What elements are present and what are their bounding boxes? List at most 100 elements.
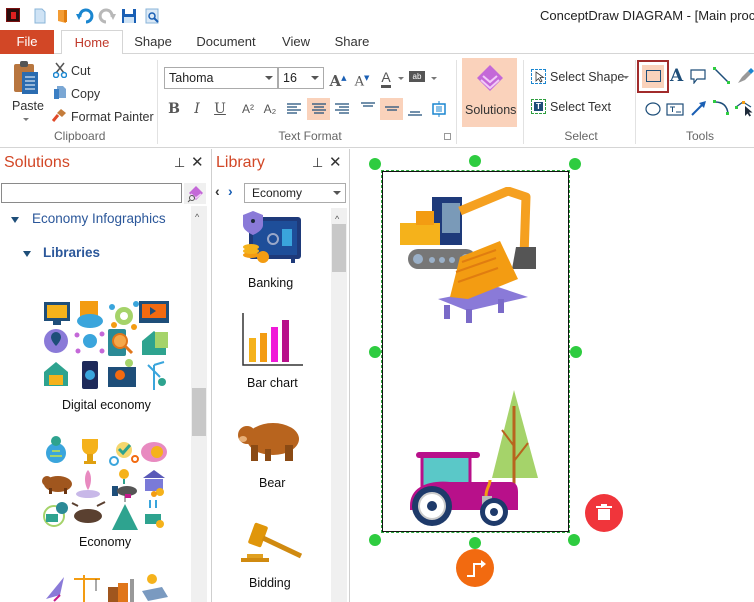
italic-button[interactable]: I — [187, 98, 207, 120]
bear-icon — [238, 423, 299, 461]
solutions-search-input[interactable] — [1, 183, 182, 203]
resize-handle-top-left[interactable] — [369, 158, 381, 170]
print-preview-icon[interactable] — [145, 8, 161, 24]
resize-handle-bottom-right[interactable] — [568, 534, 580, 546]
solutions-button[interactable]: Solutions — [462, 58, 517, 127]
tree-item-libraries[interactable]: Libraries — [43, 245, 100, 260]
expand-arrow-icon[interactable] — [23, 251, 31, 257]
align-bottom-button[interactable] — [405, 98, 425, 120]
tab-document[interactable]: Document — [192, 30, 260, 55]
tab-view[interactable]: View — [278, 30, 314, 55]
align-right-button[interactable] — [332, 98, 352, 120]
scroll-up-icon[interactable]: ^ — [195, 212, 199, 222]
economy-icons — [42, 436, 167, 530]
library-thumbnail-economy[interactable] — [42, 436, 170, 532]
open-folder-icon[interactable] — [55, 8, 71, 24]
align-top-button[interactable] — [358, 98, 378, 120]
tab-home[interactable]: Home — [61, 30, 123, 55]
tab-shape[interactable]: Shape — [129, 30, 177, 55]
rectangle-tool-button[interactable] — [637, 60, 669, 93]
align-middle-button[interactable] — [380, 98, 403, 120]
bold-button[interactable]: B — [164, 98, 184, 120]
arc-tool-icon[interactable] — [713, 99, 731, 120]
font-size-select[interactable]: 16 — [278, 67, 324, 89]
close-icon[interactable]: ✕ — [191, 153, 204, 171]
line-tool-icon[interactable] — [713, 67, 731, 88]
subscript-button[interactable]: A₂ — [260, 98, 280, 120]
superscript-button[interactable]: A² — [238, 98, 258, 120]
text-tool-icon[interactable]: A — [670, 66, 683, 86]
grow-font-button[interactable]: A▲ — [328, 67, 348, 90]
save-icon[interactable] — [121, 8, 137, 24]
dialog-launcher-icon[interactable] — [444, 133, 451, 140]
library-select[interactable]: Economy — [244, 183, 346, 203]
text-box-tool-icon[interactable] — [666, 103, 684, 119]
connector-button[interactable] — [456, 549, 494, 587]
pen-tool-icon[interactable] — [736, 67, 754, 88]
chevron-down-icon — [333, 191, 341, 195]
delete-shape-button[interactable] — [585, 494, 623, 532]
library-item-bear[interactable] — [237, 417, 303, 467]
select-text-button[interactable]: Select Text — [550, 100, 611, 114]
next-library-icon[interactable]: › — [228, 183, 233, 199]
library-item-banking[interactable] — [239, 211, 305, 269]
expand-arrow-icon[interactable] — [11, 217, 19, 223]
format-painter-button[interactable]: Format Painter — [71, 110, 154, 124]
font-family-select[interactable]: Tahoma — [164, 67, 278, 89]
bezier-tool-icon[interactable] — [735, 99, 754, 120]
solutions-label: Solutions — [465, 103, 517, 117]
shrink-font-button[interactable]: A▼ — [352, 67, 372, 89]
solutions-scrollbar[interactable]: ^ — [191, 206, 207, 602]
arrow-tool-icon[interactable] — [690, 99, 708, 120]
tab-share[interactable]: Share — [330, 30, 374, 55]
font-color-dropdown-icon[interactable] — [398, 77, 404, 80]
solutions-search-button[interactable] — [184, 183, 206, 204]
highlight-color-button[interactable]: ab — [409, 71, 425, 82]
paste-button[interactable] — [10, 60, 42, 100]
select-shape-dropdown-icon[interactable] — [623, 76, 629, 79]
callout-tool-icon[interactable] — [690, 69, 706, 87]
resize-handle-bottom[interactable] — [469, 537, 481, 549]
text-fit-button[interactable] — [429, 98, 449, 120]
library-scrollbar[interactable]: ^ — [331, 208, 347, 602]
pin-icon[interactable]: ⊥ — [174, 155, 185, 171]
font-color-button[interactable]: A — [376, 66, 396, 88]
previous-library-icon[interactable]: ‹ — [215, 183, 220, 199]
resize-handle-top[interactable] — [469, 155, 481, 167]
library-thumbnail-digital-economy[interactable] — [42, 299, 170, 394]
font-size-value: 16 — [283, 71, 297, 85]
select-shape-button[interactable]: Select Shape — [550, 70, 624, 84]
resize-handle-top-right[interactable] — [569, 158, 581, 170]
close-icon[interactable]: ✕ — [329, 153, 342, 171]
app-logo-icon[interactable] — [6, 8, 20, 22]
scroll-up-icon[interactable]: ^ — [335, 214, 339, 224]
tree-item-economy-infographics[interactable]: Economy Infographics — [32, 211, 166, 226]
align-left-button[interactable] — [284, 98, 304, 120]
redo-icon[interactable] — [98, 8, 116, 24]
app-window: ConceptDraw DIAGRAM - [Main process File… — [0, 0, 754, 602]
undo-icon[interactable] — [76, 8, 94, 24]
scrollbar-thumb[interactable] — [332, 224, 346, 272]
align-center-button[interactable] — [307, 98, 330, 120]
cut-button[interactable]: Cut — [71, 64, 90, 78]
scrollbar-thumb[interactable] — [192, 388, 206, 436]
ellipse-tool-icon[interactable] — [645, 102, 661, 119]
resize-handle-left[interactable] — [369, 346, 381, 358]
tab-file[interactable]: File — [0, 30, 54, 54]
library-thumbnail-next[interactable] — [44, 573, 172, 602]
resize-handle-bottom-left[interactable] — [369, 534, 381, 546]
library-item-bidding[interactable] — [239, 518, 305, 566]
canvas[interactable] — [350, 149, 754, 602]
paste-label[interactable]: Paste — [12, 99, 44, 113]
solutions-panel: Solutions ⊥ ✕ Economy Infographics Libra… — [0, 149, 211, 602]
copy-button[interactable]: Copy — [71, 87, 100, 101]
copy-icon — [53, 84, 67, 99]
paste-dropdown-icon[interactable] — [23, 118, 29, 121]
resize-handle-right[interactable] — [570, 346, 582, 358]
library-item-bar-chart[interactable] — [240, 311, 306, 369]
highlight-dropdown-icon[interactable] — [431, 77, 437, 80]
pin-icon[interactable]: ⊥ — [312, 155, 323, 171]
library-panel: Library ⊥ ✕ ‹ › Economy Banking Bar char… — [212, 149, 349, 602]
underline-button[interactable]: U — [210, 98, 230, 120]
new-document-icon[interactable] — [32, 8, 48, 24]
